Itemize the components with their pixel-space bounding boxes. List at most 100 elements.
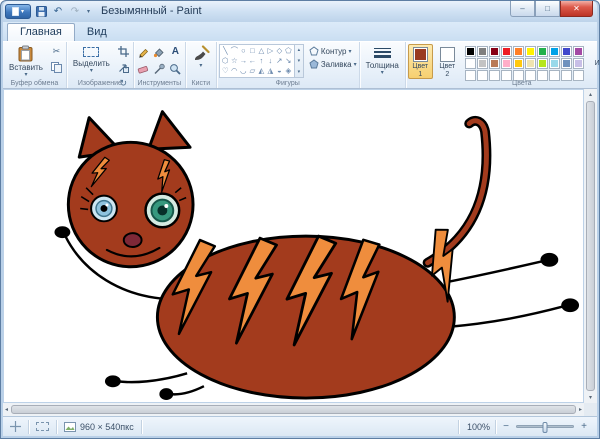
shape-button[interactable]: → xyxy=(239,56,248,66)
close-button[interactable]: ✕ xyxy=(560,1,593,17)
minimize-button[interactable]: – xyxy=(510,1,535,17)
edit-colors-button[interactable]: Изменение цветов xyxy=(590,44,600,76)
palette-swatch[interactable] xyxy=(549,46,560,57)
palette-swatch[interactable] xyxy=(525,46,536,57)
palette-swatch[interactable] xyxy=(465,58,476,69)
shape-button[interactable]: ▱ xyxy=(248,66,257,76)
shape-button[interactable]: ◠ xyxy=(230,66,239,76)
vertical-scroll-thumb[interactable] xyxy=(586,101,595,391)
shape-button[interactable]: ○ xyxy=(239,46,248,56)
cat-leg-front-2 xyxy=(170,386,204,394)
copy-button[interactable] xyxy=(49,60,64,75)
paste-dropdown-icon: ▾ xyxy=(24,72,27,78)
palette-swatch[interactable] xyxy=(573,46,584,57)
palette-swatch[interactable] xyxy=(561,46,572,57)
select-button[interactable]: Выделить ▾ xyxy=(69,44,114,75)
shape-button[interactable]: ⬡ xyxy=(221,56,230,66)
palette-swatch[interactable] xyxy=(477,58,488,69)
shape-button[interactable]: ↑ xyxy=(257,56,266,66)
shape-button[interactable]: ▷ xyxy=(266,46,275,56)
select-rect-icon xyxy=(83,47,99,57)
shape-button[interactable]: ⬠ xyxy=(284,46,293,56)
size-button[interactable]: Толщина ▾ xyxy=(362,44,403,77)
group-label-shapes: Фигуры xyxy=(217,80,359,87)
shape-button[interactable]: ╲ xyxy=(221,46,230,56)
shape-fill-button[interactable]: Заливка ▾ xyxy=(309,59,357,69)
shape-button[interactable]: ⌒ xyxy=(230,46,239,56)
qat-customize-icon[interactable]: ▾ xyxy=(84,8,93,15)
app-menu-button[interactable]: ▾ xyxy=(5,4,31,19)
palette-swatch[interactable] xyxy=(513,58,524,69)
save-button[interactable] xyxy=(33,4,49,19)
resize-button[interactable] xyxy=(116,60,131,75)
shapes-scroll-up-icon[interactable]: ▴ xyxy=(298,47,301,53)
shape-button[interactable]: ◈ xyxy=(284,66,293,76)
palette-swatch[interactable] xyxy=(501,58,512,69)
vertical-scrollbar[interactable]: ▴ ▾ xyxy=(584,89,597,403)
shape-button[interactable]: □ xyxy=(248,46,257,56)
palette-swatch[interactable] xyxy=(501,46,512,57)
zoom-slider-thumb[interactable] xyxy=(543,422,548,433)
brushes-button[interactable]: ▾ xyxy=(188,44,214,70)
cut-button[interactable]: ✂ xyxy=(49,44,64,59)
palette-swatch[interactable] xyxy=(489,46,500,57)
shape-outline-button[interactable]: Контур ▾ xyxy=(309,46,357,56)
shape-button[interactable]: ◮ xyxy=(266,66,275,76)
horizontal-scrollbar[interactable]: ◂ ▸ xyxy=(3,403,584,416)
scroll-left-icon[interactable]: ◂ xyxy=(3,404,10,415)
scroll-down-icon[interactable]: ▾ xyxy=(587,392,594,403)
shape-button[interactable]: ◡ xyxy=(239,66,248,76)
magnifier-icon xyxy=(169,63,181,75)
magnifier-tool-button[interactable] xyxy=(168,61,183,76)
scroll-up-icon[interactable]: ▴ xyxy=(587,89,594,100)
shapes-scroll-down-icon[interactable]: ▾ xyxy=(298,58,301,64)
shape-button[interactable]: ◭ xyxy=(257,66,266,76)
palette-swatch[interactable] xyxy=(561,58,572,69)
shape-button[interactable]: ☆ xyxy=(230,56,239,66)
zoom-out-button[interactable]: − xyxy=(501,421,511,432)
eraser-tool-button[interactable] xyxy=(136,61,151,76)
window-controls: – □ ✕ xyxy=(510,1,593,17)
drawing-canvas[interactable] xyxy=(4,90,583,402)
palette-swatch[interactable] xyxy=(537,46,548,57)
undo-button[interactable]: ↶ xyxy=(50,4,66,19)
maximize-button[interactable]: □ xyxy=(535,1,560,17)
shapes-more-icon[interactable]: ▾ xyxy=(298,69,301,75)
palette-swatch[interactable] xyxy=(489,58,500,69)
shape-button[interactable]: ♡ xyxy=(221,66,230,76)
eraser-icon xyxy=(137,63,149,75)
fill-tool-button[interactable] xyxy=(152,44,167,59)
palette-swatch[interactable] xyxy=(537,58,548,69)
horizontal-scroll-thumb[interactable] xyxy=(11,405,576,414)
paste-button[interactable]: Вставить ▾ xyxy=(5,44,47,79)
shape-button[interactable]: ↗ xyxy=(275,56,284,66)
shape-button[interactable]: ↘ xyxy=(284,56,293,66)
palette-swatch[interactable] xyxy=(465,46,476,57)
color1-button[interactable]: Цвет 1 xyxy=(408,44,433,79)
crop-button[interactable] xyxy=(116,44,131,59)
shape-button[interactable]: ◇ xyxy=(275,46,284,56)
redo-button[interactable]: ↷ xyxy=(67,4,83,19)
statusbar-divider xyxy=(141,420,142,434)
tab-home[interactable]: Главная xyxy=(7,23,75,41)
palette-swatch[interactable] xyxy=(513,46,524,57)
shape-button[interactable]: ◒ xyxy=(275,66,284,76)
shape-button[interactable]: ← xyxy=(248,56,257,66)
zoom-slider[interactable] xyxy=(516,425,574,428)
palette-swatch[interactable] xyxy=(549,58,560,69)
tab-view[interactable]: Вид xyxy=(75,24,119,41)
shape-button[interactable]: ↓ xyxy=(266,56,275,66)
text-tool-button[interactable]: A xyxy=(168,44,183,59)
palette-swatch[interactable] xyxy=(477,46,488,57)
palette-swatch[interactable] xyxy=(525,58,536,69)
palette-swatch[interactable] xyxy=(573,58,584,69)
shape-button[interactable]: △ xyxy=(257,46,266,56)
cat-nose xyxy=(124,233,142,247)
pencil-tool-button[interactable] xyxy=(136,44,151,59)
titlebar[interactable]: ▾ ↶ ↷ ▾ Безымянный - Paint – □ ✕ xyxy=(3,1,597,22)
color-picker-tool-button[interactable] xyxy=(152,61,167,76)
color2-button[interactable]: Цвет 2 xyxy=(435,44,460,79)
scroll-right-icon[interactable]: ▸ xyxy=(577,404,584,415)
zoom-in-button[interactable]: + xyxy=(579,421,589,432)
select-label: Выделить xyxy=(73,59,110,68)
